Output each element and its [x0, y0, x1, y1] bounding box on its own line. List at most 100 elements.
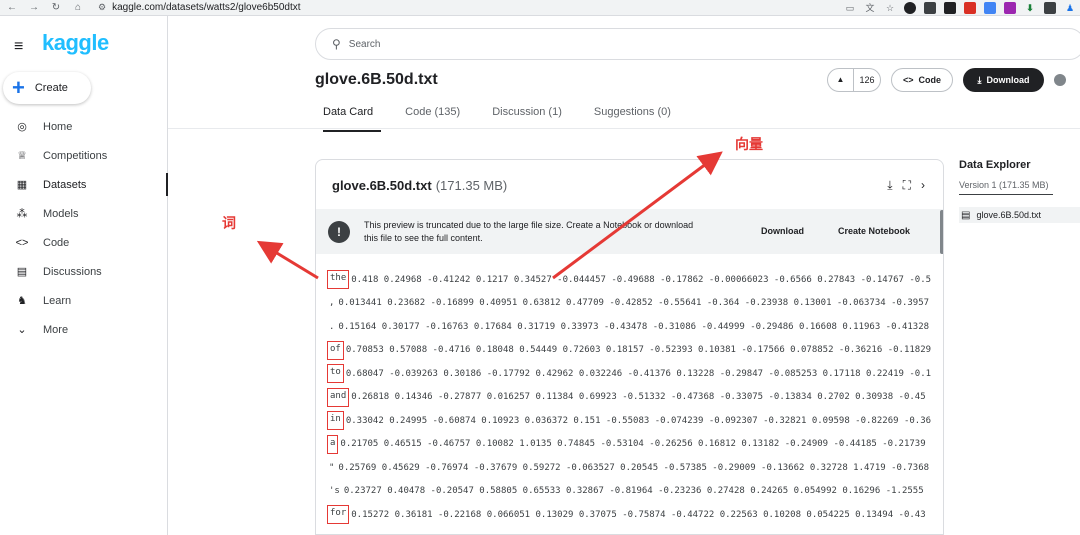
row-vector: 0.33042 0.24995 -0.60874 0.10923 0.03637…	[345, 415, 932, 426]
file-row: . 0.15164 0.30177 -0.16763 0.17684 0.3171…	[316, 315, 943, 339]
sidebar-item-models[interactable]: ⁂ Models	[0, 199, 168, 228]
sidebar-item-datasets[interactable]: ▦ Datasets	[0, 170, 168, 199]
extension-circle-icon[interactable]	[904, 2, 916, 14]
version-selector[interactable]: Version 1 (171.35 MB)	[959, 180, 1053, 195]
sidebar-item-code[interactable]: <> Code	[0, 228, 168, 257]
more-options-icon[interactable]	[1054, 74, 1066, 86]
sidebar-item-learn[interactable]: ♞ Learn	[0, 286, 168, 315]
extension-monitor-icon[interactable]	[1044, 2, 1056, 14]
row-word: the	[327, 270, 350, 290]
sidebar-item-home[interactable]: ◎ Home	[0, 112, 168, 141]
file-row: " 0.25769 0.45629 -0.76974 -0.37679 0.592…	[316, 456, 943, 480]
sidebar-nav: ◎ Home ♕ Competitions ▦ Datasets ⁂ Models <> Code…	[0, 112, 168, 344]
row-vector: 0.23727 0.40478 -0.20547 0.58805 0.65533…	[343, 486, 924, 497]
search-bar[interactable]: ⚲ Search	[315, 28, 1080, 60]
file-row: to 0.68047 -0.039263 0.30186 -0.17792 0.4…	[316, 362, 943, 386]
extension-green-download-icon[interactable]: ⬇	[1024, 2, 1036, 14]
download-button-label: Download	[986, 75, 1030, 85]
download-button[interactable]: ⤓ Download	[963, 68, 1044, 92]
file-size: (171.35 MB)	[435, 178, 508, 193]
address-bar[interactable]: ⚙ kaggle.com/datasets/watts2/glove6b50dt…	[98, 2, 301, 13]
models-icon: ⁂	[16, 208, 28, 220]
banner-download-button[interactable]: Download	[761, 226, 804, 236]
file-download-icon[interactable]: ⤓	[887, 178, 892, 193]
row-vector: 0.21705 0.46515 -0.46757 0.10082 1.0135 …	[340, 439, 926, 450]
create-button[interactable]: + Create	[3, 72, 91, 104]
kaggle-logo[interactable]: kaggle	[42, 30, 109, 56]
sidebar-item-label: Models	[43, 207, 79, 220]
row-vector: 0.15272 0.36181 -0.22168 0.066051 0.1302…	[351, 509, 926, 520]
row-word: of	[327, 340, 344, 360]
home-icon[interactable]: ⌂	[72, 2, 84, 13]
upvote-button[interactable]: ▲ 126	[827, 68, 881, 92]
extension-purple-icon[interactable]	[1004, 2, 1016, 14]
code-button[interactable]: <> Code	[891, 68, 953, 92]
row-word: ,	[329, 298, 335, 309]
extension-red-icon[interactable]	[964, 2, 976, 14]
data-explorer-heading: Data Explorer	[959, 159, 1031, 171]
row-word: 's	[329, 486, 340, 497]
code-icon: <>	[15, 236, 29, 249]
row-word: for	[327, 505, 350, 525]
translate-icon[interactable]: 文	[864, 2, 876, 14]
extension-x-icon[interactable]	[924, 2, 936, 14]
tab-discussion[interactable]: Discussion (1)	[484, 106, 570, 128]
search-icon: ⚲	[332, 37, 341, 51]
reload-icon[interactable]: ↻	[50, 2, 62, 13]
explorer-file-name: glove.6B.50d.txt	[976, 210, 1041, 220]
dataset-tabs: Data Card Code (135) Discussion (1) Suggest…	[315, 106, 679, 132]
banner-scrollbar[interactable]	[940, 210, 943, 254]
row-word: to	[327, 364, 344, 384]
bookmark-star-icon[interactable]: ☆	[884, 2, 896, 14]
row-vector: 0.013441 0.23682 -0.16899 0.40951 0.6381…	[338, 298, 930, 309]
fullscreen-icon[interactable]: ⛶	[903, 178, 911, 193]
file-row: in 0.33042 0.24995 -0.60874 0.10923 0.036…	[316, 409, 943, 433]
extension-blue-icon-2[interactable]: ♟	[1064, 2, 1076, 14]
code-brackets-icon: <>	[902, 75, 914, 85]
menu-icon[interactable]: ≡	[14, 38, 23, 56]
sidebar-item-label: Home	[43, 120, 73, 133]
sidebar-item-more[interactable]: ⌄ More	[0, 315, 168, 344]
extension-xp-icon[interactable]	[944, 2, 956, 14]
row-vector: 0.25769 0.45629 -0.76974 -0.37679 0.5927…	[338, 462, 930, 473]
chevron-right-icon[interactable]: ›	[921, 178, 925, 193]
browser-toolbar: ← → ↻ ⌂ ⚙ kaggle.com/datasets/watts2/glo…	[0, 0, 1080, 16]
sidebar-item-label: More	[43, 323, 69, 336]
compass-icon: ◎	[17, 121, 27, 133]
create-notebook-button[interactable]: Create Notebook	[838, 226, 910, 236]
word-annotation-label: 词	[222, 216, 236, 232]
word-arrow	[256, 240, 319, 280]
sidebar: ≡ kaggle + Create ◎ Home ♕ Competitions ▦ Dat…	[0, 16, 168, 535]
file-card-actions: ⤓ ⛶ ›	[887, 178, 925, 193]
tab-suggestions[interactable]: Suggestions (0)	[586, 106, 679, 128]
header-divider	[168, 128, 1080, 129]
file-card-title: glove.6B.50d.txt (171.35 MB)	[332, 178, 507, 193]
back-icon[interactable]: ←	[6, 2, 18, 13]
search-placeholder: Search	[348, 38, 381, 50]
sidebar-item-label: Datasets	[43, 178, 87, 191]
trophy-icon: ♕	[17, 150, 27, 162]
row-vector: 0.418 0.24968 -0.41242 0.1217 0.34527 -0…	[351, 274, 932, 285]
extension-blue-icon[interactable]	[984, 2, 996, 14]
row-vector: 0.15164 0.30177 -0.16763 0.17684 0.31719…	[338, 321, 930, 332]
install-app-icon[interactable]: ▭	[844, 2, 856, 14]
row-vector: 0.26818 0.14346 -0.27877 0.016257 0.1138…	[351, 392, 926, 403]
page-title: glove.6B.50d.txt	[315, 71, 438, 88]
row-vector: 0.70853 0.57088 -0.4716 0.18048 0.54449 …	[345, 345, 932, 356]
file-row: of 0.70853 0.57088 -0.4716 0.18048 0.5444…	[316, 339, 943, 363]
site-settings-icon[interactable]: ⚙	[98, 2, 106, 13]
file-preview-card: glove.6B.50d.txt (171.35 MB) ⤓ ⛶ › ! This…	[315, 159, 944, 535]
file-card-header: glove.6B.50d.txt (171.35 MB) ⤓ ⛶ ›	[316, 160, 943, 210]
file-row: the 0.418 0.24968 -0.41242 0.1217 0.34527…	[316, 268, 943, 292]
forward-icon[interactable]: →	[28, 2, 40, 13]
chevron-down-icon: ⌄	[17, 324, 27, 336]
file-row: for 0.15272 0.36181 -0.22168 0.066051 0.1…	[316, 503, 943, 527]
tab-code[interactable]: Code (135)	[397, 106, 468, 128]
sidebar-item-competitions[interactable]: ♕ Competitions	[0, 141, 168, 170]
explorer-file-item[interactable]: ▤ glove.6B.50d.txt	[959, 207, 1080, 223]
sidebar-item-discussions[interactable]: ▤ Discussions	[0, 257, 168, 286]
file-name: glove.6B.50d.txt	[332, 178, 432, 193]
tab-data[interactable]: Data Card	[315, 106, 382, 132]
row-word: "	[329, 462, 335, 473]
plus-icon: +	[12, 75, 25, 100]
